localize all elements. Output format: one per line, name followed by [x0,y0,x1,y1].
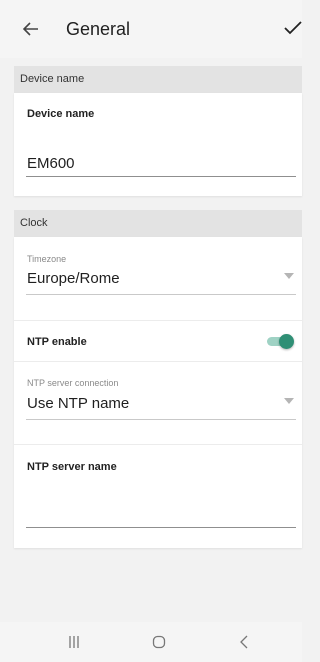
page-title: General [66,19,131,39]
back-button[interactable] [22,20,40,38]
divider [14,444,302,445]
app-bar: General [0,0,302,58]
ntp-enable-toggle[interactable] [267,334,294,349]
timezone-underline [26,294,296,295]
section-header-clock: Clock [14,210,302,237]
recents-icon [69,636,79,648]
nav-back-button[interactable] [239,635,249,649]
clock-card: Timezone Europe/Rome NTP enable NTP serv… [14,237,302,548]
ntp-connection-underline [26,419,296,420]
home-icon [152,635,166,649]
device-name-underline [26,176,296,177]
timezone-label: Timezone [27,254,67,264]
ntp-enable-label: NTP enable [27,336,87,348]
arrow-left-icon [23,22,38,36]
device-name-label: Device name [27,108,95,120]
check-icon [284,21,302,35]
nav-back-icon [240,635,248,649]
system-nav-bar [0,622,302,662]
ntp-connection-label: NTP server connection [27,378,119,388]
home-button[interactable] [152,635,166,649]
ntp-connection-value: Use NTP name [27,395,130,412]
ntp-server-name-label: NTP server name [27,461,117,473]
timezone-value: Europe/Rome [27,270,120,287]
section-header-device-name: Device name [14,66,302,93]
divider [14,361,302,362]
divider [14,320,302,321]
device-name-card: Device name EM600 [14,93,302,196]
save-button[interactable] [284,20,302,38]
recents-button[interactable] [67,635,81,649]
ntp-server-name-underline [26,527,296,528]
device-name-input[interactable]: EM600 [27,155,75,172]
toggle-thumb [279,334,294,349]
dropdown-caret-icon [284,273,294,279]
dropdown-caret-icon [284,398,294,404]
